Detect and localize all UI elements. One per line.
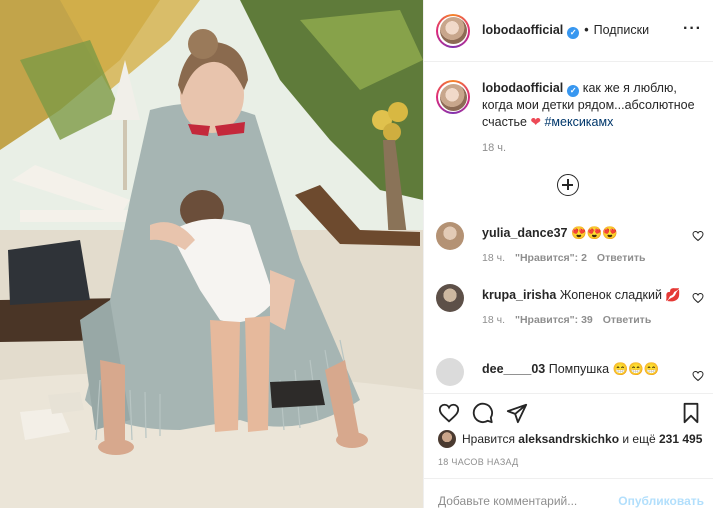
comment-content: yulia_dance37 😍😍😍: [482, 226, 618, 241]
commenter-avatar[interactable]: [436, 358, 464, 386]
comment-meta: 18 ч. "Нравится": 39 Ответить: [482, 314, 661, 326]
instagram-post: lobodaofficial ✓ • Подписки ··· lobodaoffic…: [0, 0, 713, 508]
caption-author-avatar[interactable]: [436, 80, 470, 114]
commenter-avatar[interactable]: [436, 222, 464, 250]
beach-photo-illustration: [0, 0, 423, 508]
comment-username[interactable]: yulia_dance37: [482, 226, 567, 240]
likes-count[interactable]: 231 495: [659, 432, 702, 446]
comment-username[interactable]: krupa_irisha: [482, 288, 556, 302]
author-username[interactable]: lobodaofficial: [482, 23, 563, 37]
comment-text: Помпушка 😁😁😁: [548, 362, 660, 376]
separator-dot: •: [584, 22, 589, 37]
red-heart-emoji: ❤: [530, 115, 541, 129]
comment-username[interactable]: dee____03: [482, 362, 545, 376]
share-icon[interactable]: [506, 402, 528, 424]
comment-meta: 18 ч. "Нравится": 2 Ответить: [482, 252, 655, 264]
author-avatar[interactable]: [436, 13, 470, 48]
comment-time[interactable]: 18 ч.: [482, 252, 505, 264]
author-username-row: lobodaofficial ✓ • Подписки: [482, 23, 649, 39]
verified-icon: ✓: [567, 26, 580, 39]
post-timestamp[interactable]: 18 ЧАСОВ НАЗАД: [438, 457, 519, 467]
liker-username[interactable]: aleksandrskichko: [518, 432, 619, 446]
comment-content: dee____03 Помпушка 😁😁😁: [482, 362, 659, 377]
comment-like-heart-icon[interactable]: [692, 370, 704, 382]
post-header: lobodaofficial ✓ • Подписки ···: [424, 0, 713, 62]
likes-summary: Нравится aleksandrskichko и ещё 231 495: [438, 430, 702, 448]
comment-text: 😍😍😍: [570, 226, 618, 240]
bookmark-icon[interactable]: [680, 402, 702, 424]
post-photo[interactable]: [0, 0, 423, 508]
likes-middle: и ещё: [622, 432, 656, 446]
commenter-avatar[interactable]: [436, 284, 464, 312]
add-comment-bar: Добавьте комментарий... Опубликовать: [424, 478, 713, 508]
plus-circle-icon[interactable]: [557, 174, 579, 196]
caption-body: lobodaofficial ✓ как же я люблю, когда мо…: [482, 80, 706, 131]
comment-icon[interactable]: [472, 402, 494, 424]
post-action-bar: [424, 393, 713, 433]
comment-likes[interactable]: "Нравится": 2: [515, 252, 587, 264]
comment-content: krupa_irisha Жопенок сладкий 💋: [482, 288, 681, 303]
liker-avatar[interactable]: [438, 430, 456, 448]
more-options-icon[interactable]: ···: [683, 20, 702, 38]
caption-hashtag[interactable]: #мексикамх: [544, 115, 613, 129]
comment-time[interactable]: 18 ч.: [482, 314, 505, 326]
caption-timestamp[interactable]: 18 ч.: [482, 142, 506, 154]
likes-prefix: Нравится: [462, 432, 515, 446]
comment-like-heart-icon[interactable]: [692, 230, 704, 242]
reply-button[interactable]: Ответить: [597, 252, 646, 264]
post-sidebar: lobodaofficial ✓ • Подписки ··· lobodaoffic…: [423, 0, 713, 508]
caption-username[interactable]: lobodaofficial: [482, 81, 563, 95]
heart-icon[interactable]: [438, 402, 460, 424]
publish-button[interactable]: Опубликовать: [618, 494, 704, 508]
following-button[interactable]: Подписки: [594, 23, 649, 37]
reply-button[interactable]: Ответить: [603, 314, 652, 326]
comment-input[interactable]: Добавьте комментарий...: [438, 494, 577, 508]
post-caption: lobodaofficial ✓ как же я люблю, когда мо…: [436, 80, 706, 131]
verified-icon: ✓: [567, 85, 580, 97]
comment-text: Жопенок сладкий 💋: [559, 288, 681, 302]
comment-like-heart-icon[interactable]: [692, 292, 704, 304]
comment-likes[interactable]: "Нравится": 39: [515, 314, 593, 326]
